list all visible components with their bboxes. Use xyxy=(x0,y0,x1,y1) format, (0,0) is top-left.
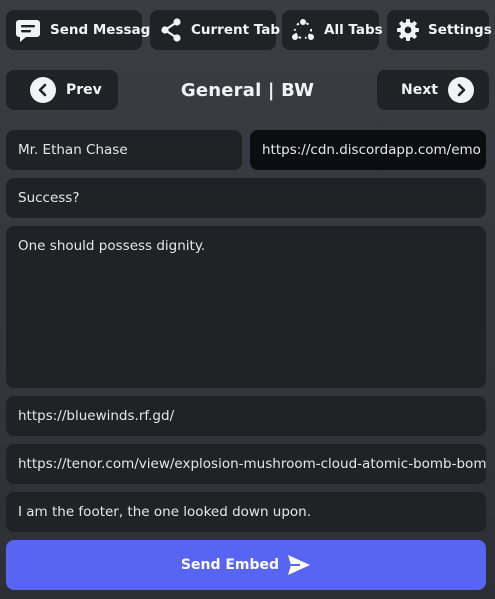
share-icon xyxy=(161,18,181,42)
send-message-label: Send Message xyxy=(50,22,160,38)
settings-label: Settings xyxy=(428,22,492,38)
chevron-left-icon xyxy=(30,77,56,103)
image-url-input[interactable]: https://tenor.com/view/explosion-mushroo… xyxy=(6,444,486,484)
channel-nav: Prev General | BW Next xyxy=(6,70,489,110)
current-tab-button[interactable]: Current Tab xyxy=(150,10,280,50)
toolbar: Send Message Current Tab All Tabs Settin… xyxy=(6,10,492,50)
prev-button[interactable]: Prev xyxy=(6,70,118,110)
all-tabs-button[interactable]: All Tabs xyxy=(282,10,383,50)
author-input[interactable]: Mr. Ethan Chase xyxy=(6,130,242,170)
send-embed-label: Send Embed xyxy=(180,557,280,573)
footer-input[interactable]: I am the footer, the one looked down upo… xyxy=(6,492,486,532)
title-input[interactable]: Success? xyxy=(6,178,486,218)
send-message-button[interactable]: Send Message xyxy=(6,10,159,50)
app-root: Send Message Current Tab All Tabs Settin… xyxy=(0,0,495,599)
next-label: Next xyxy=(401,82,438,98)
send-embed-button[interactable]: Send Embed xyxy=(6,540,486,590)
channel-title: General | BW xyxy=(180,79,315,101)
settings-button[interactable]: Settings xyxy=(387,10,492,50)
next-button[interactable]: Next xyxy=(377,70,489,110)
message-icon xyxy=(16,20,40,42)
all-tabs-label: All Tabs xyxy=(324,22,383,38)
network-icon xyxy=(292,19,314,40)
gear-icon xyxy=(397,19,419,41)
prev-label: Prev xyxy=(66,82,102,98)
current-tab-label: Current Tab xyxy=(191,22,280,38)
url-input[interactable]: https://bluewinds.rf.gd/ xyxy=(6,396,486,436)
author-icon-url-input[interactable]: https://cdn.discordapp.com/emo xyxy=(250,130,486,170)
chevron-right-icon xyxy=(447,77,474,103)
description-textarea[interactable]: One should possess dignity. xyxy=(6,226,486,388)
send-icon xyxy=(288,555,311,575)
